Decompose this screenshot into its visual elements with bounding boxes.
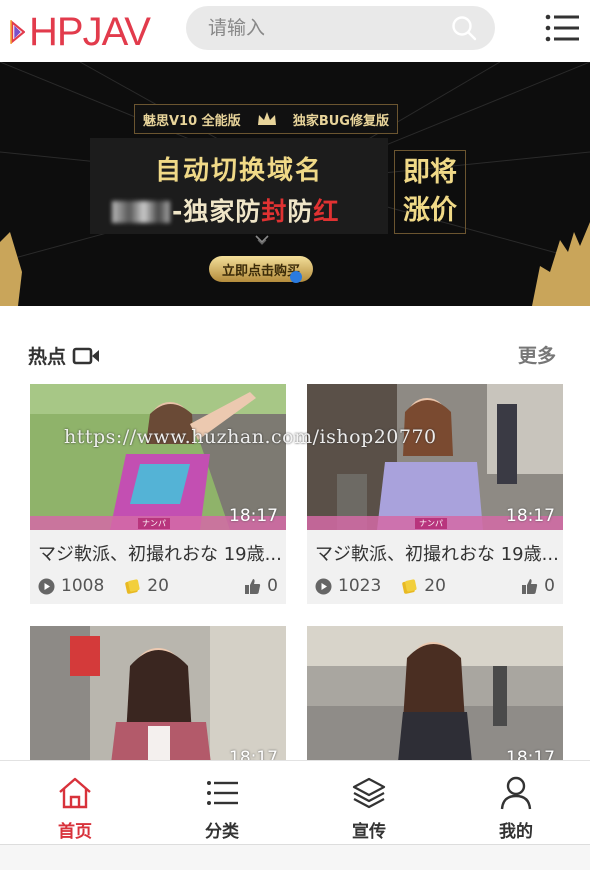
site-logo[interactable]: HPJAV — [10, 6, 151, 58]
video-duration: 18:17 — [229, 506, 278, 526]
more-link[interactable]: 更多 — [518, 341, 556, 368]
video-card[interactable]: 18:17 — [307, 626, 563, 772]
content-area: 热点 更多 ナンパ 18:17 マジ軟派、初撮れおな 19歳... 1008 2… — [0, 306, 590, 772]
tab-promotion[interactable]: 宣传 — [319, 761, 419, 845]
banner-version-strip: 魅思V10 全能版 独家BUG修复版 — [134, 104, 398, 134]
coin-count: 20 — [147, 576, 169, 596]
video-title[interactable]: マジ軟派、初撮れおな 19歳... — [307, 530, 563, 568]
view-count: 1008 — [61, 576, 105, 596]
coin-icon — [402, 578, 417, 594]
section-title: 热点 — [28, 342, 100, 369]
coin-icon — [125, 578, 140, 594]
play-count-icon — [38, 578, 55, 594]
browser-bottom-bar — [0, 844, 590, 870]
play-count-icon — [315, 578, 332, 594]
tab-category[interactable]: 分类 — [172, 761, 272, 845]
blurred-brand — [112, 201, 170, 223]
search-icon[interactable] — [451, 15, 477, 41]
promo-banner[interactable]: 魅思V10 全能版 独家BUG修复版 自动切换域名 -独家防封防红 即将 涨价 … — [0, 62, 590, 306]
tab-mine[interactable]: 我的 — [466, 761, 566, 845]
video-thumbnail[interactable]: 18:17 — [307, 626, 563, 772]
tab-home[interactable]: 首页 — [25, 761, 125, 845]
search-input[interactable] — [208, 17, 438, 39]
banner-top-right: 独家BUG修复版 — [292, 113, 389, 129]
thumbs-up-icon[interactable] — [244, 578, 261, 595]
like-count: 0 — [267, 576, 278, 596]
list-icon — [207, 781, 238, 805]
video-camera-icon — [72, 347, 100, 364]
thumbs-up-icon[interactable] — [521, 578, 538, 595]
crown-icon — [257, 112, 276, 125]
video-card[interactable]: 18:17 — [30, 626, 286, 772]
search-bar[interactable] — [186, 6, 495, 50]
video-thumbnail[interactable]: 18:17 — [30, 626, 286, 772]
tab-label: 我的 — [499, 822, 533, 842]
video-duration: 18:17 — [506, 506, 555, 526]
gold-hand-right — [532, 222, 590, 306]
tab-label: 分类 — [205, 822, 239, 842]
view-count: 1023 — [338, 576, 382, 596]
banner-line1: 自动切换域名 — [154, 156, 323, 186]
coin-count: 20 — [424, 576, 446, 596]
banner-line2: -独家防封防红 — [112, 192, 339, 228]
tab-label: 宣传 — [352, 822, 386, 842]
chevron-down-icon — [255, 235, 269, 245]
banner-headline-box: 自动切换域名 -独家防封防红 — [90, 138, 388, 234]
top-header: HPJAV — [0, 0, 590, 62]
layers-icon — [352, 777, 386, 809]
like-count: 0 — [544, 576, 555, 596]
thumbnail-tag: ナンパ — [138, 518, 170, 529]
video-card[interactable]: ナンパ 18:17 マジ軟派、初撮れおな 19歳... 1023 20 0 — [307, 384, 563, 604]
video-stats: 1008 20 0 — [30, 568, 286, 604]
cursor-dot — [290, 271, 302, 283]
banner-top-left: 魅思V10 全能版 — [143, 113, 241, 129]
video-card[interactable]: ナンパ 18:17 マジ軟派、初撮れおな 19歳... 1008 20 0 — [30, 384, 286, 604]
home-icon — [59, 777, 91, 809]
banner-price-notice: 即将 涨价 — [394, 150, 466, 234]
logo-text: HPJAV — [29, 10, 151, 54]
video-stats: 1023 20 0 — [307, 568, 563, 604]
thumbnail-tag: ナンパ — [415, 518, 447, 529]
video-title[interactable]: マジ軟派、初撮れおな 19歳... — [30, 530, 286, 568]
gold-hand-left — [0, 232, 22, 306]
video-thumbnail[interactable]: ナンパ 18:17 — [30, 384, 286, 530]
menu-icon[interactable] — [545, 12, 579, 44]
bottom-tab-bar: 首页 分类 宣传 我的 — [0, 760, 590, 844]
logo-play-icon — [10, 20, 26, 44]
user-icon — [500, 776, 532, 810]
tab-label: 首页 — [58, 822, 92, 842]
video-thumbnail[interactable]: ナンパ 18:17 — [307, 384, 563, 530]
